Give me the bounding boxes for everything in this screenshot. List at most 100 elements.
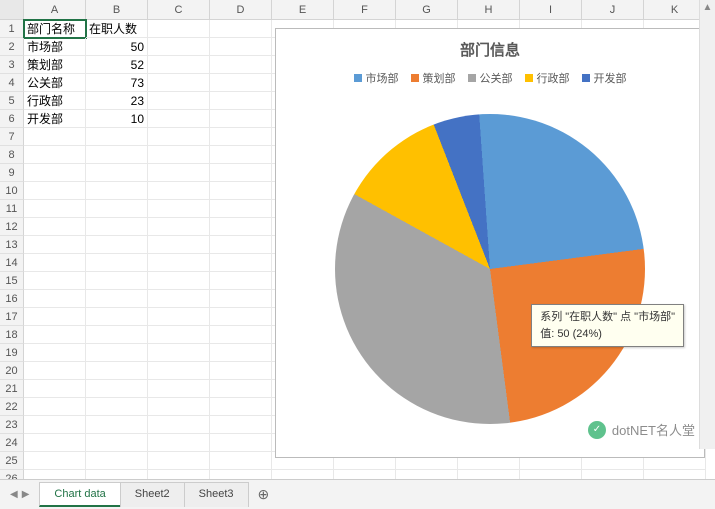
cell[interactable] bbox=[148, 128, 210, 146]
cell[interactable] bbox=[148, 290, 210, 308]
cell[interactable] bbox=[24, 416, 86, 434]
select-all-corner[interactable] bbox=[0, 0, 24, 19]
cell[interactable] bbox=[24, 254, 86, 272]
sheet-tab[interactable]: Sheet2 bbox=[120, 482, 185, 507]
cell[interactable] bbox=[210, 272, 272, 290]
cell[interactable] bbox=[24, 380, 86, 398]
legend-item[interactable]: 行政部 bbox=[525, 70, 570, 86]
sheet-tab[interactable]: Chart data bbox=[39, 482, 120, 507]
legend-item[interactable]: 策划部 bbox=[411, 70, 456, 86]
cell[interactable] bbox=[86, 344, 148, 362]
cell[interactable] bbox=[210, 38, 272, 56]
cell[interactable] bbox=[148, 452, 210, 470]
cell[interactable]: 在职人数 bbox=[86, 20, 148, 38]
legend-item[interactable]: 开发部 bbox=[582, 70, 627, 86]
cell[interactable] bbox=[86, 398, 148, 416]
cell[interactable] bbox=[148, 74, 210, 92]
cell[interactable] bbox=[210, 92, 272, 110]
cell[interactable] bbox=[210, 56, 272, 74]
cell[interactable] bbox=[148, 110, 210, 128]
row-header[interactable]: 25 bbox=[0, 452, 24, 470]
cell[interactable] bbox=[210, 434, 272, 452]
cell[interactable] bbox=[148, 434, 210, 452]
column-header[interactable]: J bbox=[582, 0, 644, 19]
cell[interactable] bbox=[24, 200, 86, 218]
cell[interactable] bbox=[86, 380, 148, 398]
row-header[interactable]: 10 bbox=[0, 182, 24, 200]
row-header[interactable]: 3 bbox=[0, 56, 24, 74]
cell[interactable] bbox=[148, 344, 210, 362]
row-header[interactable]: 20 bbox=[0, 362, 24, 380]
cell[interactable] bbox=[148, 38, 210, 56]
cell[interactable] bbox=[86, 290, 148, 308]
vertical-scrollbar[interactable]: ▲ bbox=[699, 0, 715, 449]
cell[interactable] bbox=[210, 416, 272, 434]
cell[interactable]: 部门名称 bbox=[24, 20, 86, 38]
row-header[interactable]: 17 bbox=[0, 308, 24, 326]
cell[interactable] bbox=[24, 308, 86, 326]
cell[interactable] bbox=[86, 128, 148, 146]
scroll-up-icon[interactable]: ▲ bbox=[700, 0, 715, 15]
row-header[interactable]: 4 bbox=[0, 74, 24, 92]
cell[interactable] bbox=[210, 236, 272, 254]
cell[interactable] bbox=[86, 200, 148, 218]
cell[interactable] bbox=[210, 254, 272, 272]
cell[interactable] bbox=[210, 146, 272, 164]
row-header[interactable]: 5 bbox=[0, 92, 24, 110]
cell[interactable] bbox=[24, 326, 86, 344]
cell[interactable] bbox=[86, 254, 148, 272]
cell[interactable] bbox=[210, 74, 272, 92]
row-header[interactable]: 9 bbox=[0, 164, 24, 182]
cell[interactable] bbox=[24, 272, 86, 290]
cell[interactable] bbox=[210, 218, 272, 236]
cell[interactable] bbox=[86, 416, 148, 434]
row-header[interactable]: 24 bbox=[0, 434, 24, 452]
column-header[interactable]: G bbox=[396, 0, 458, 19]
row-header[interactable]: 21 bbox=[0, 380, 24, 398]
column-header[interactable]: F bbox=[334, 0, 396, 19]
cell[interactable] bbox=[24, 128, 86, 146]
column-header[interactable]: K bbox=[644, 0, 706, 19]
cell[interactable] bbox=[148, 200, 210, 218]
cell[interactable] bbox=[148, 182, 210, 200]
column-header[interactable]: D bbox=[210, 0, 272, 19]
cell[interactable]: 开发部 bbox=[24, 110, 86, 128]
cell[interactable] bbox=[148, 308, 210, 326]
cell[interactable] bbox=[148, 398, 210, 416]
cell[interactable]: 市场部 bbox=[24, 38, 86, 56]
cell[interactable] bbox=[148, 56, 210, 74]
cell[interactable] bbox=[210, 326, 272, 344]
cell[interactable] bbox=[210, 380, 272, 398]
column-header[interactable]: B bbox=[86, 0, 148, 19]
cell[interactable] bbox=[210, 344, 272, 362]
tab-nav-prev-icon[interactable]: ◀ bbox=[10, 489, 18, 500]
cell[interactable] bbox=[86, 218, 148, 236]
cell[interactable] bbox=[210, 20, 272, 38]
column-header[interactable]: I bbox=[520, 0, 582, 19]
row-header[interactable]: 13 bbox=[0, 236, 24, 254]
cell[interactable] bbox=[148, 218, 210, 236]
row-header[interactable]: 18 bbox=[0, 326, 24, 344]
cell[interactable] bbox=[210, 182, 272, 200]
row-header[interactable]: 19 bbox=[0, 344, 24, 362]
cell[interactable]: 50 bbox=[86, 38, 148, 56]
column-header[interactable]: C bbox=[148, 0, 210, 19]
cell[interactable] bbox=[148, 20, 210, 38]
row-header[interactable]: 23 bbox=[0, 416, 24, 434]
cell[interactable] bbox=[210, 308, 272, 326]
cell[interactable] bbox=[210, 128, 272, 146]
row-header[interactable]: 14 bbox=[0, 254, 24, 272]
cell[interactable] bbox=[210, 452, 272, 470]
cell[interactable]: 行政部 bbox=[24, 92, 86, 110]
cell[interactable] bbox=[148, 146, 210, 164]
cell[interactable]: 策划部 bbox=[24, 56, 86, 74]
cell[interactable] bbox=[86, 434, 148, 452]
cell[interactable] bbox=[86, 146, 148, 164]
row-header[interactable]: 22 bbox=[0, 398, 24, 416]
cell[interactable] bbox=[86, 272, 148, 290]
chart-object[interactable]: 部门信息 市场部策划部公关部行政部开发部 系列 "在职人数" 点 "市场部" 值… bbox=[275, 28, 705, 458]
cell[interactable] bbox=[24, 452, 86, 470]
add-sheet-button[interactable]: ⊕ bbox=[248, 481, 280, 508]
cell[interactable] bbox=[86, 326, 148, 344]
row-header[interactable]: 12 bbox=[0, 218, 24, 236]
